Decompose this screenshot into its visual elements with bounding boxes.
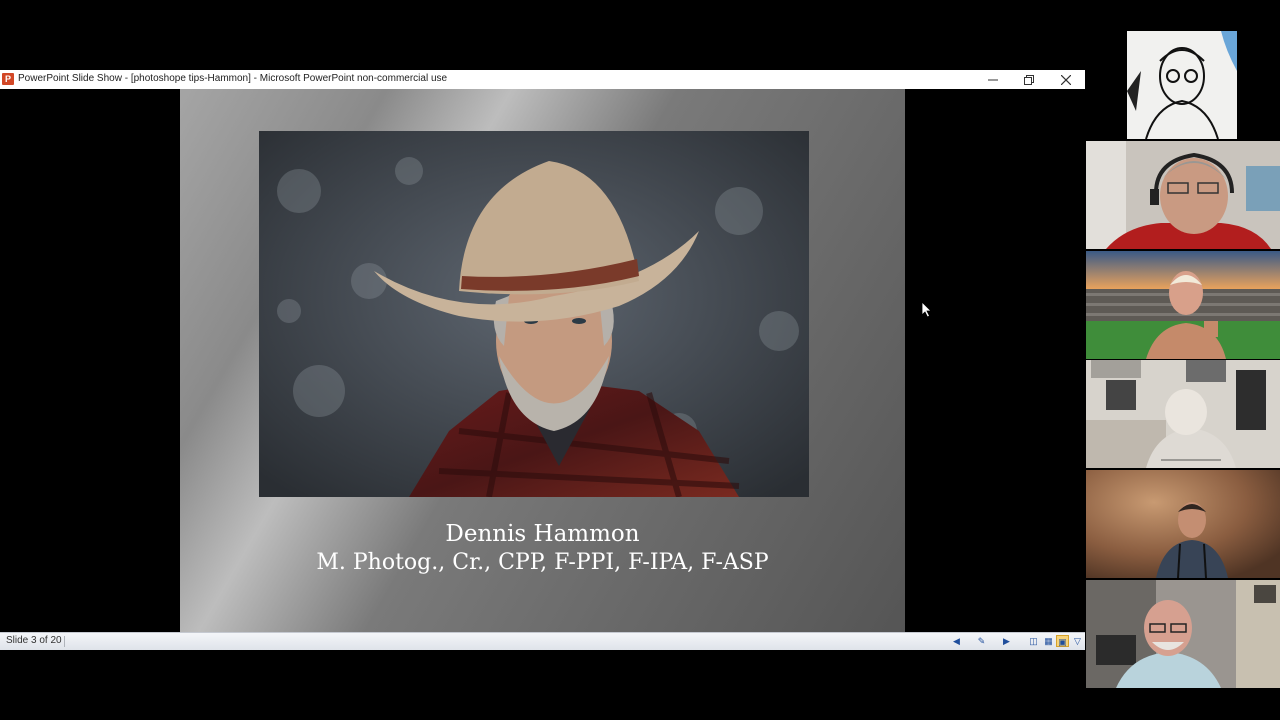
powerpoint-window: P PowerPoint Slide Show - [photoshope ti… [0, 70, 1085, 650]
slide-show-icon[interactable]: ▽ [1071, 635, 1084, 647]
slide-sorter-icon[interactable]: ▦ [1042, 635, 1055, 647]
status-divider [64, 636, 65, 647]
notes-icon[interactable]: ✎ [975, 635, 988, 647]
mouse-cursor-icon [922, 302, 932, 318]
previous-slide-icon[interactable]: ◀ [950, 635, 963, 647]
slide-show-area[interactable]: Dennis Hammon M. Photog., Cr., CPP, F-PP… [0, 89, 1085, 632]
portrait-photo [259, 131, 809, 497]
participant-tile[interactable] [1086, 141, 1280, 249]
slide[interactable]: Dennis Hammon M. Photog., Cr., CPP, F-PP… [180, 89, 905, 632]
participant-tile[interactable] [1086, 470, 1280, 578]
slide-counter: Slide 3 of 20 [6, 635, 62, 646]
restore-button[interactable] [1011, 70, 1047, 89]
slide-name-text: Dennis Hammon [445, 521, 640, 547]
participant-tile[interactable] [1086, 360, 1280, 468]
window-titlebar[interactable]: P PowerPoint Slide Show - [photoshope ti… [0, 70, 1085, 90]
restore-icon [1024, 74, 1034, 85]
minimize-icon [988, 79, 998, 80]
status-bar: Slide 3 of 20 ◀ ✎ ▶ ◫ ▦ ▣ ▽ [0, 632, 1085, 650]
participant-tile[interactable] [1086, 31, 1280, 139]
next-slide-icon[interactable]: ▶ [1000, 635, 1013, 647]
slide-credentials-text: M. Photog., Cr., CPP, F-PPI, F-IPA, F-AS… [316, 550, 769, 575]
close-icon [1061, 74, 1071, 85]
minimize-button[interactable] [975, 70, 1011, 89]
close-button[interactable] [1048, 70, 1084, 89]
participant-tile[interactable] [1086, 580, 1280, 688]
normal-view-icon[interactable]: ◫ [1027, 635, 1040, 647]
participant-tile[interactable] [1086, 251, 1280, 359]
reading-view-icon[interactable]: ▣ [1056, 635, 1069, 647]
window-title: PowerPoint Slide Show - [photoshope tips… [18, 73, 448, 84]
powerpoint-app-icon[interactable]: P [2, 73, 14, 85]
